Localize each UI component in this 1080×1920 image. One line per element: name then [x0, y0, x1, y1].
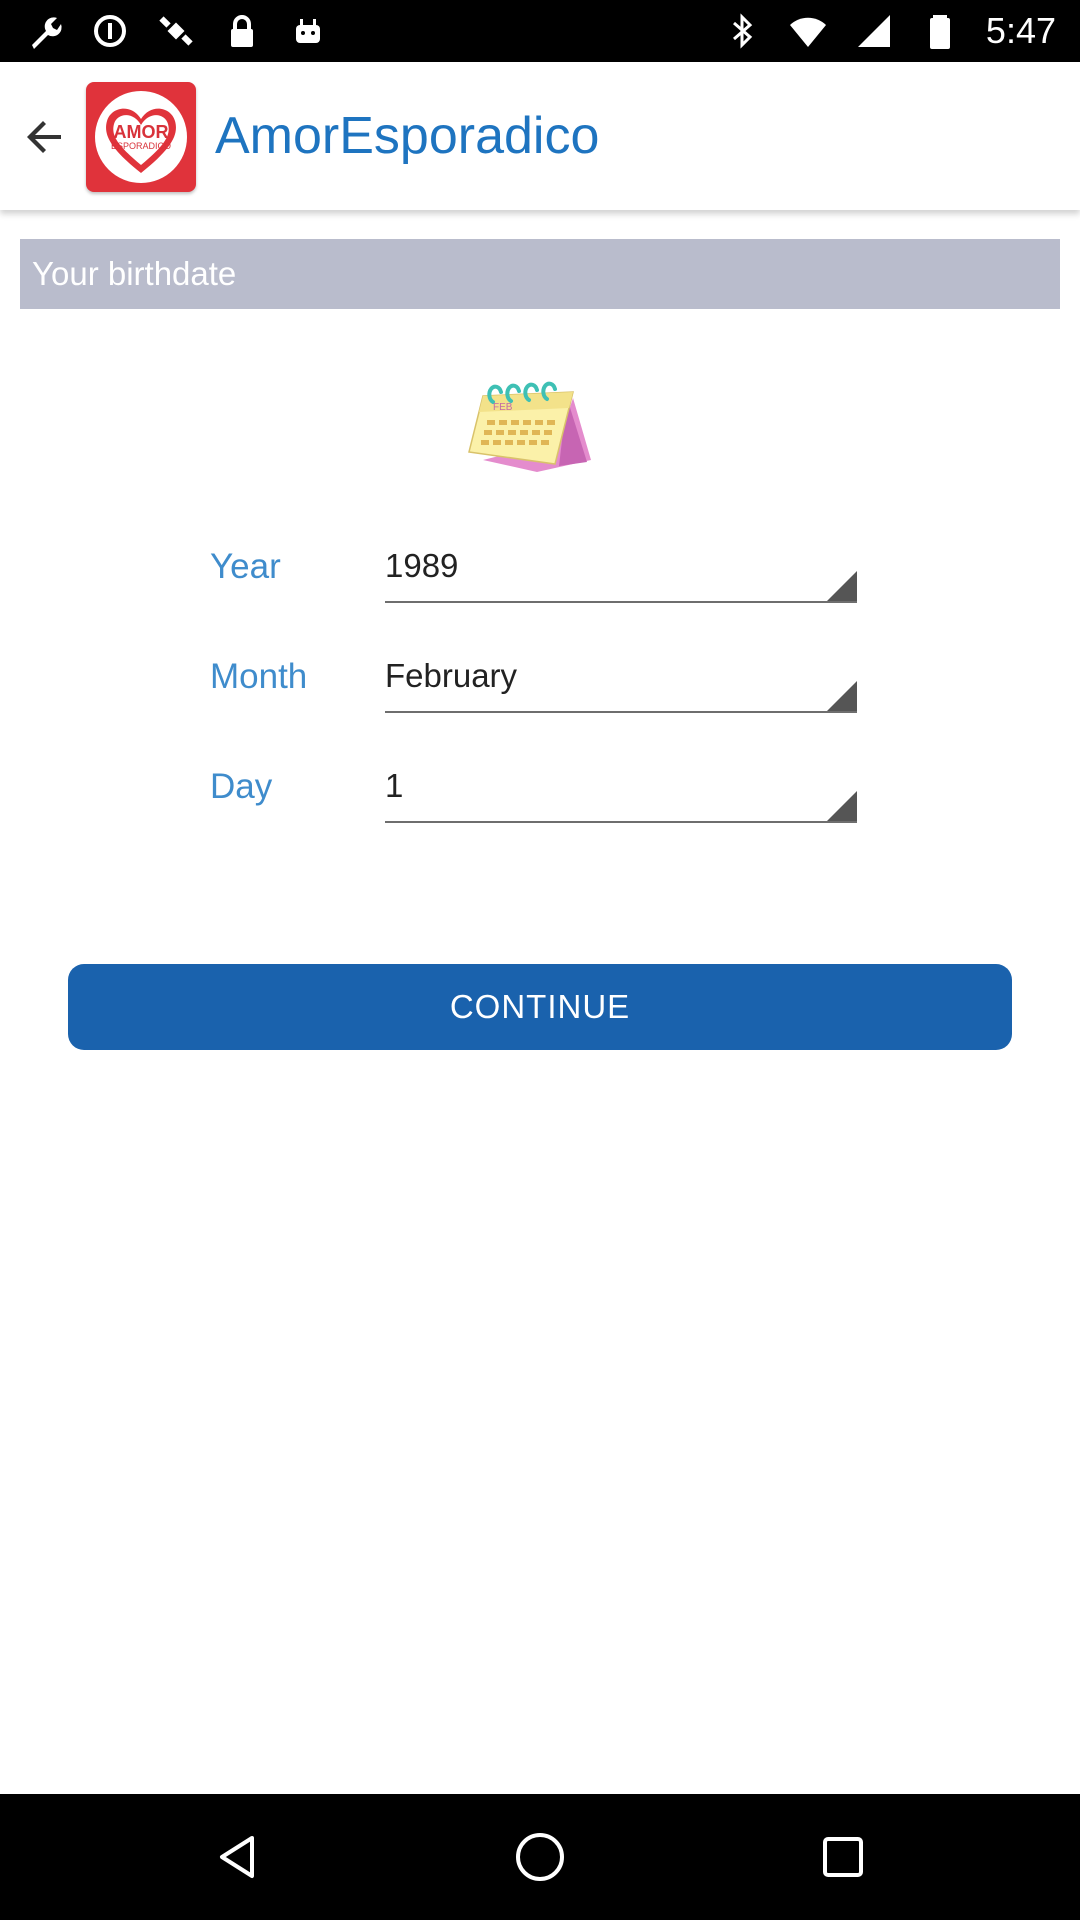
dropdown-corner-icon — [827, 681, 857, 711]
app-bar: AMOR ESPORADICO AmorEsporadico — [0, 62, 1080, 210]
navigation-bar — [0, 1794, 1080, 1920]
recents-square-icon — [823, 1837, 863, 1877]
dropdown-corner-icon — [827, 791, 857, 821]
continue-button[interactable]: CONTINUE — [68, 964, 1012, 1050]
wrench-icon — [24, 11, 64, 51]
month-label: Month — [210, 657, 308, 696]
fake-gps-icon — [156, 11, 196, 51]
bluetooth-icon — [722, 11, 762, 51]
section-title: Your birthdate — [32, 255, 237, 292]
section-header: Your birthdate — [20, 239, 1060, 309]
day-value: 1 — [385, 767, 404, 804]
logo-subtext: ESPORADICO — [110, 141, 171, 151]
day-label: Day — [210, 767, 273, 806]
year-label: Year — [210, 547, 281, 586]
continue-button-label: CONTINUE — [449, 988, 631, 1025]
android-icon — [288, 11, 328, 51]
app-logo-badge: AMOR ESPORADICO — [95, 91, 187, 183]
year-row: Year 1989 — [0, 531, 1080, 611]
day-row: Day 1 — [0, 751, 1080, 831]
month-row: Month February — [0, 641, 1080, 721]
data-saver-icon — [90, 11, 130, 51]
battery-icon — [920, 11, 960, 51]
status-bar-left-icons — [24, 8, 328, 54]
month-dropdown[interactable]: February — [385, 641, 857, 713]
year-value: 1989 — [385, 547, 459, 584]
status-time: 5:47 — [985, 10, 1056, 51]
back-triangle-icon — [220, 1836, 254, 1878]
logo-text: AMOR — [113, 122, 169, 142]
day-dropdown[interactable]: 1 — [385, 751, 857, 823]
back-button[interactable] — [10, 102, 80, 172]
arrow-back-icon — [27, 121, 61, 153]
dropdown-corner-icon — [827, 571, 857, 601]
status-bar-right-icons: 5:47 — [722, 8, 1056, 54]
wifi-icon — [788, 11, 828, 51]
year-dropdown[interactable]: 1989 — [385, 531, 857, 603]
lock-icon — [222, 11, 262, 51]
nav-home-button[interactable] — [505, 1822, 575, 1892]
status-bar: 5:47 — [0, 0, 1080, 62]
app-logo: AMOR ESPORADICO — [86, 82, 196, 192]
month-value: February — [385, 657, 518, 694]
nav-back-button[interactable] — [202, 1822, 272, 1892]
app-title: AmorEsporadico — [215, 107, 600, 165]
calendar-icon: FEB — [468, 381, 591, 472]
nav-recents-button[interactable] — [808, 1822, 878, 1892]
home-circle-icon — [516, 1833, 564, 1881]
calendar-illustration: FEB — [463, 368, 603, 478]
calendar-month-text: FEB — [493, 402, 513, 413]
signal-icon — [854, 11, 894, 51]
